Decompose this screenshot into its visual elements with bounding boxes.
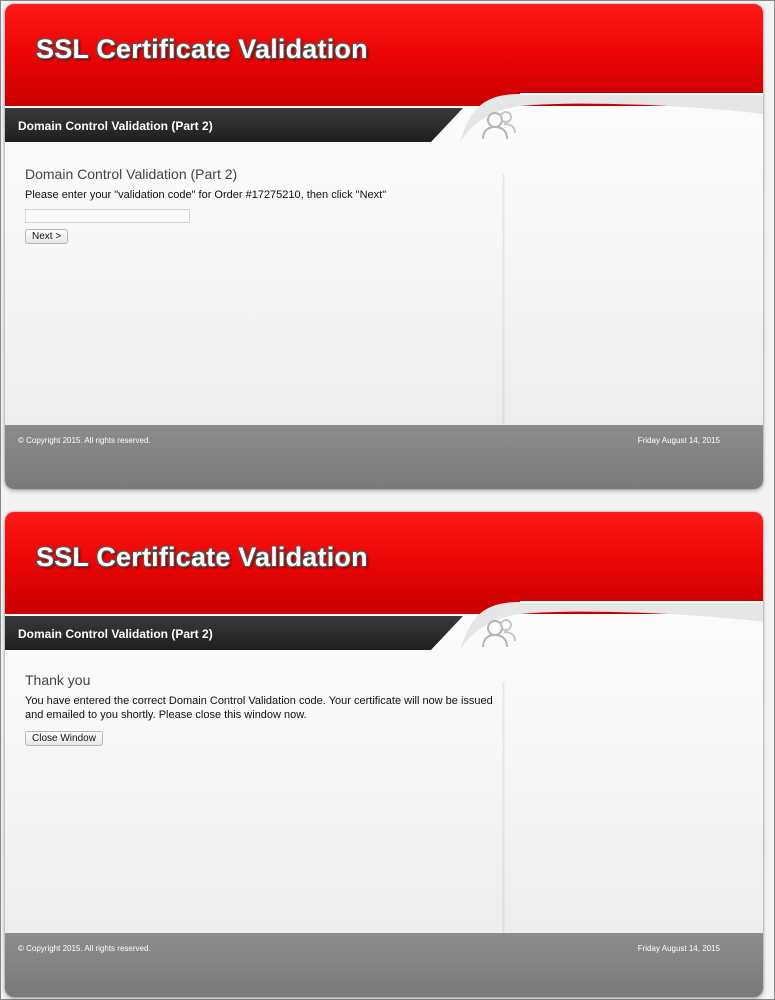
page-footer: © Copyright 2015. All rights reserved. F… [5,425,763,489]
validation-code-input[interactable] [25,209,190,223]
content-divider [502,682,505,932]
footer-date: Friday August 14, 2015 [637,944,720,953]
content-divider [502,174,505,424]
page-title: SSL Certificate Validation [36,542,368,572]
copyright-text: © Copyright 2015. All rights reserved. [18,944,151,953]
section-title: Domain Control Validation (Part 2) [18,119,213,133]
section-bar: Domain Control Validation (Part 2) [5,108,463,142]
footer-date: Friday August 14, 2015 [637,436,720,445]
confirmation-step-panel: SSL Certificate Validation Domain Contro… [5,512,763,997]
section-title: Domain Control Validation (Part 2) [18,627,213,641]
content-heading: Domain Control Validation (Part 2) [25,166,238,182]
users-icon [482,619,516,648]
validation-step-panel: SSL Certificate Validation Domain Contro… [5,4,763,489]
page-header: SSL Certificate Validation [5,512,763,614]
page-title: SSL Certificate Validation [36,34,368,64]
screenshot-frame: SSL Certificate Validation Domain Contro… [0,0,775,1000]
section-bar: Domain Control Validation (Part 2) [5,616,463,650]
copyright-text: © Copyright 2015. All rights reserved. [18,436,151,445]
instruction-text: Please enter your "validation code" for … [25,189,387,201]
content-heading: Thank you [25,672,91,688]
content-area: Thank you You have entered the correct D… [25,672,495,746]
confirmation-text: You have entered the correct Domain Cont… [25,695,493,721]
next-button[interactable]: Next > [25,229,69,244]
page-header: SSL Certificate Validation [5,4,763,106]
users-icon [482,111,516,140]
page-footer: © Copyright 2015. All rights reserved. F… [5,933,763,997]
close-window-button[interactable]: Close Window [25,731,103,746]
content-area: Domain Control Validation (Part 2) Pleas… [25,166,495,244]
